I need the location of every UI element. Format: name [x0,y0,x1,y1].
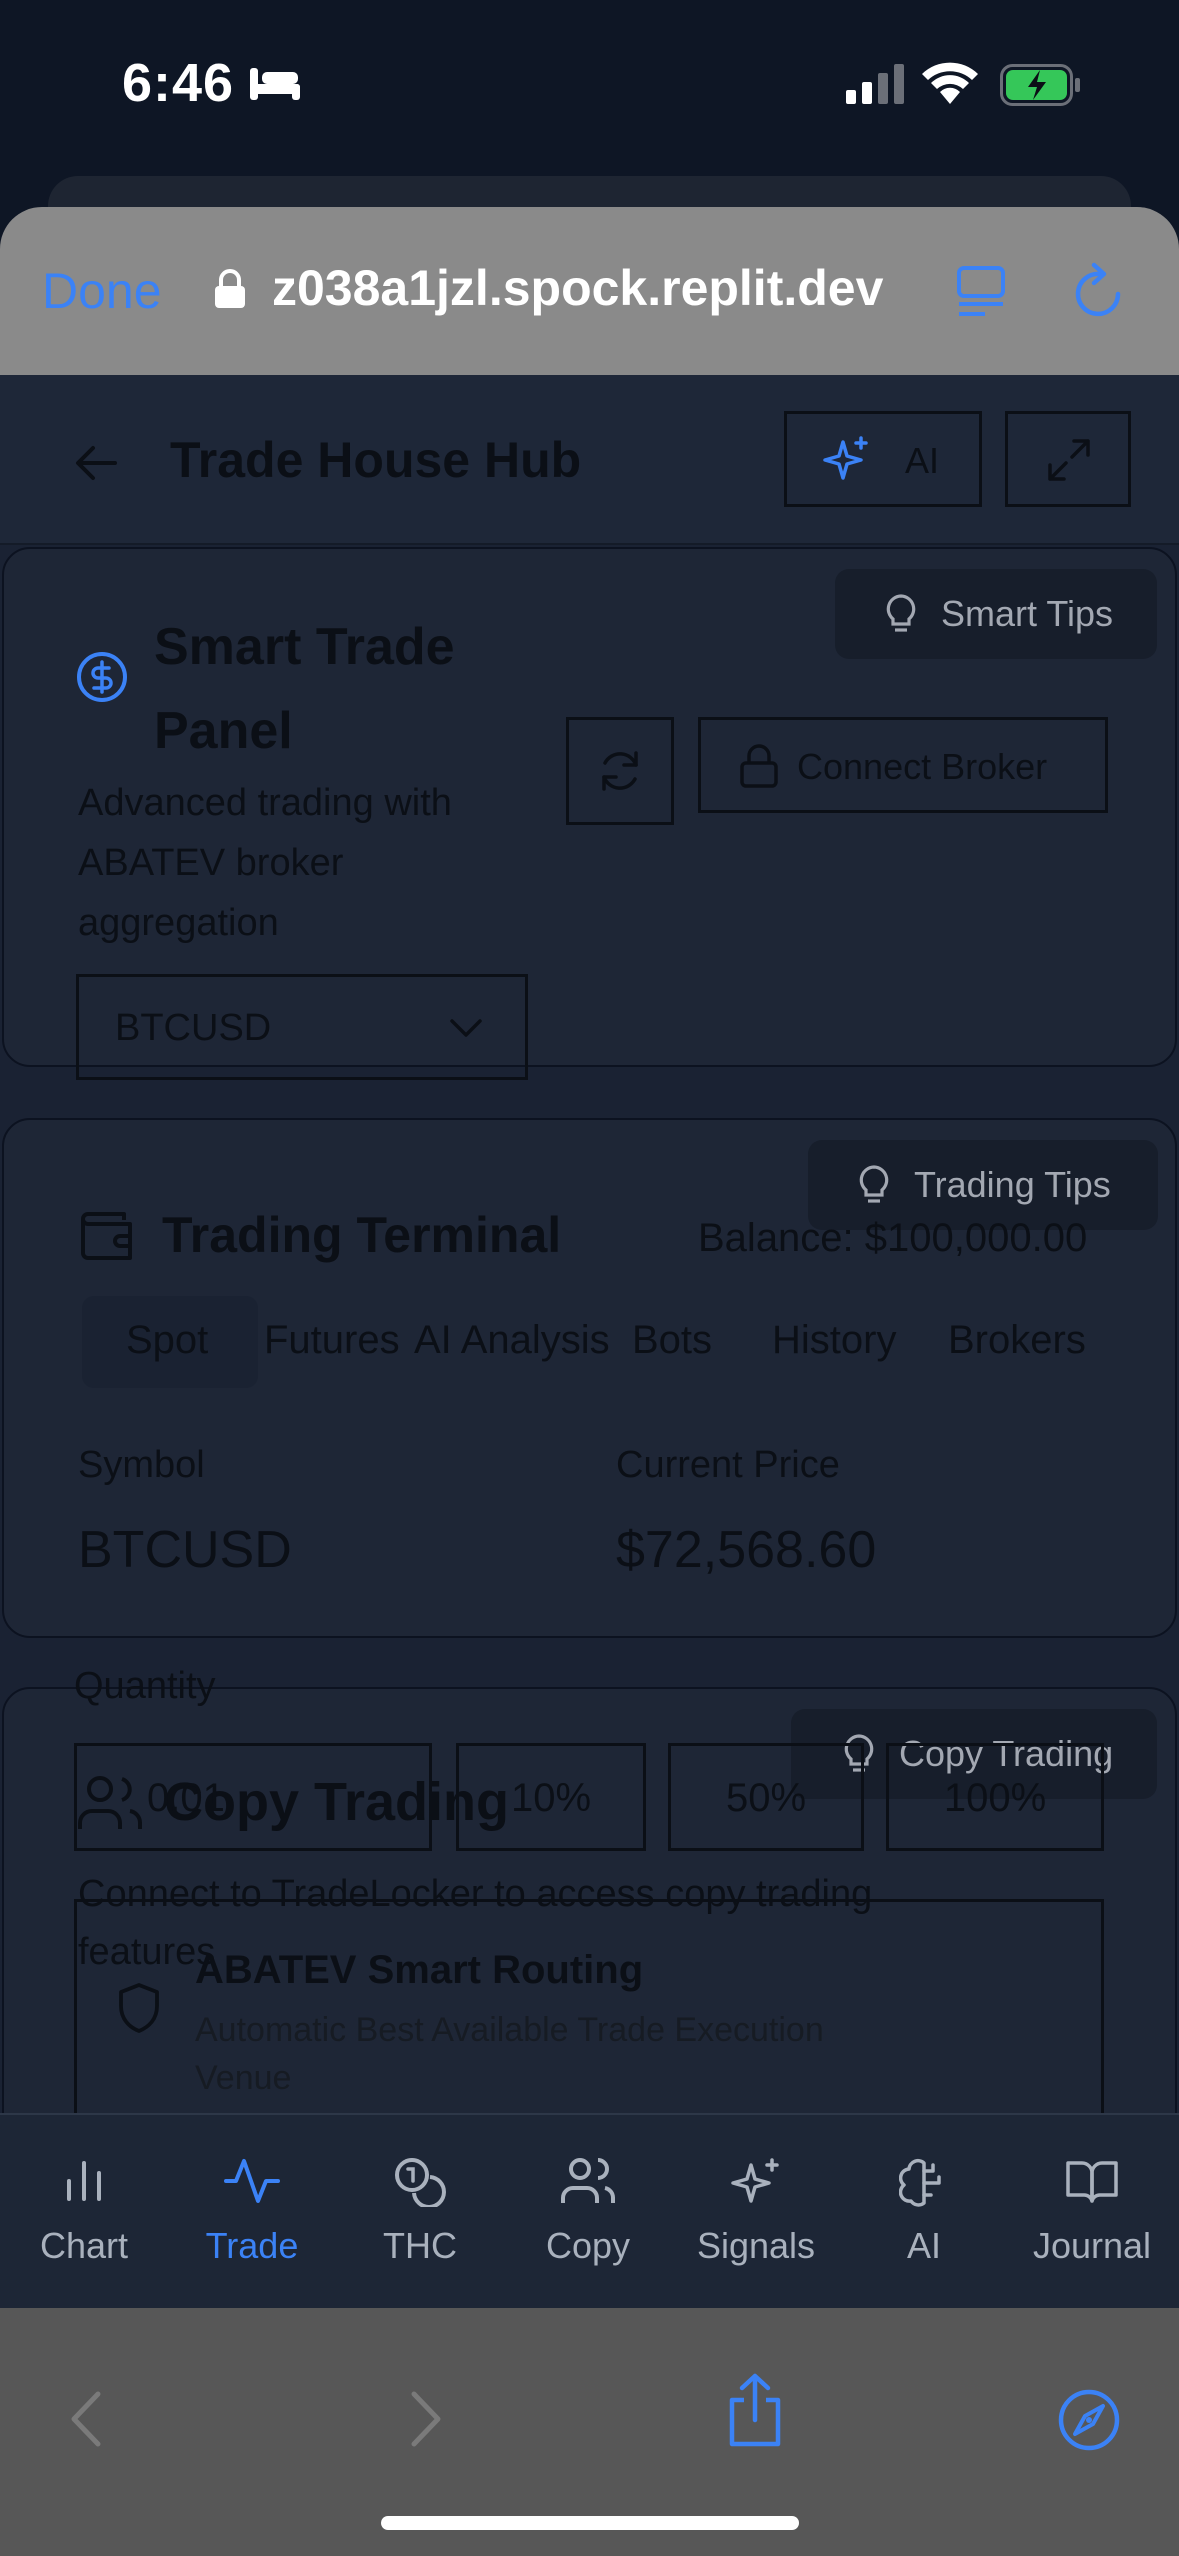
smart-trade-description: Advanced trading with ABATEV broker aggr… [78,773,452,953]
pct-50-button[interactable]: 50% [668,1743,864,1851]
back-icon[interactable] [68,2390,104,2448]
done-button[interactable]: Done [42,262,162,320]
reader-mode-icon[interactable] [955,262,1007,318]
desc-line1: Advanced trading with [78,782,452,824]
forward-icon[interactable] [408,2390,444,2448]
back-arrow-icon[interactable] [75,445,117,481]
compass-icon[interactable] [1057,2388,1121,2452]
symbol-value: BTCUSD [78,1521,292,1579]
refresh-icon [602,751,638,791]
smart-tips-button[interactable]: Smart Tips [835,569,1157,659]
tab-thc[interactable]: THC [336,2115,504,2310]
quantity-input[interactable]: 0.01 [74,1743,432,1851]
connect-broker-button[interactable]: Connect Broker [698,717,1108,813]
url-field[interactable]: z038a1jzl.spock.replit.dev [272,259,883,317]
sparkles-icon [731,2158,779,2203]
routing-description: Automatic Best Available Trade Execution… [195,2006,824,2102]
lock-icon [740,744,778,788]
smart-tips-label: Smart Tips [941,593,1114,634]
tab-ai-analysis[interactable]: AI Analysis [414,1318,610,1363]
tab-chart[interactable]: Chart [0,2115,168,2310]
share-icon[interactable] [724,2372,786,2448]
users-icon [561,2158,615,2203]
clock: 6:46 [122,53,235,113]
connect-broker-label: Connect Broker [797,746,1048,787]
wifi-icon [922,62,978,104]
balance-label: Balance: $100,000.00 [698,1216,1088,1260]
ai-button-label: AI [905,440,940,481]
shield-icon [119,1983,159,2033]
sleep-mode-icon [250,68,300,100]
pct-100-button[interactable]: 100% [886,1743,1104,1851]
lock-icon [215,269,245,308]
desc-line3: aggregation [78,902,279,944]
pct-50-label: 50% [725,1776,807,1820]
tab-futures[interactable]: Futures [264,1318,400,1363]
pct-100-label: 100% [943,1776,1047,1820]
brain-icon [899,2158,941,2207]
trading-tips-label: Trading Tips [914,1164,1111,1205]
tab-history[interactable]: History [772,1318,896,1363]
sparkles-icon [823,436,868,480]
lightbulb-icon [886,594,916,632]
tab-signals-label: Signals [696,2225,816,2266]
bar-chart-icon [67,2161,101,2201]
tab-ai[interactable]: AI [840,2115,1008,2310]
tab-brokers[interactable]: Brokers [948,1318,1086,1363]
smart-trade-title-line2: Panel [154,702,293,760]
wallet-icon [81,1212,132,1260]
quantity-value: 0.01 [147,1776,225,1820]
tab-thc-label: THC [383,2225,457,2266]
app-header: Trade House Hub AI [0,375,1179,545]
tab-bots[interactable]: Bots [632,1318,712,1363]
tab-journal-label: Journal [1032,2225,1152,2266]
battery-charging-icon [1000,64,1080,106]
tab-signals[interactable]: Signals [672,2115,840,2310]
coins-icon [395,2158,446,2207]
app-title: Trade House Hub [170,432,582,488]
tab-chart-label: Chart [39,2225,129,2266]
maximize-icon [1048,439,1090,481]
trading-terminal-card: Trading Tips Trading Terminal Balance: $… [2,1118,1177,1638]
desc-line2: ABATEV broker [78,842,344,884]
tab-spot[interactable]: Spot [126,1318,208,1363]
tab-trade-label: Trade [205,2225,299,2266]
pct-10-button[interactable]: 10% [456,1743,646,1851]
smart-trade-title: Smart Trade Panel [154,605,455,773]
pct-10-label: 10% [510,1776,592,1820]
symbol-label: Symbol [78,1444,205,1486]
routing-title: ABATEV Smart Routing [195,1948,644,1992]
routing-desc-line2: Venue [195,2059,292,2097]
fullscreen-button[interactable] [1005,411,1131,507]
refresh-button[interactable] [566,717,674,825]
terminal-title: Trading Terminal [162,1207,562,1263]
tab-ai-label: AI [906,2225,941,2266]
ai-button[interactable]: AI [784,411,982,507]
tab-copy[interactable]: Copy [504,2115,672,2310]
current-price-value: $72,568.60 [616,1521,877,1579]
web-content: Trade House Hub AI Smart Tips Smart Trad… [0,375,1179,2113]
dollar-circle-icon [77,652,127,702]
tab-trade[interactable]: Trade [168,2115,336,2310]
current-price-label: Current Price [616,1444,840,1486]
tab-journal[interactable]: Journal [1008,2115,1176,2310]
bottom-tab-bar: Chart Trade THC Copy Signals AI Journal [0,2113,1179,2308]
symbol-select-value: BTCUSD [115,1007,272,1049]
routing-desc-line1: Automatic Best Available Trade Execution [195,2011,824,2049]
reload-icon[interactable] [1072,262,1128,322]
book-icon [1066,2161,1118,2203]
smart-trade-card: Smart Tips Smart Trade Panel Advanced tr… [2,547,1177,1080]
home-indicator [381,2516,799,2530]
quantity-label: Quantity [74,1665,216,1707]
activity-icon [224,2159,280,2203]
cellular-signal-icon [846,64,904,104]
smart-routing-box: ABATEV Smart Routing Automatic Best Avai… [74,1899,1104,2113]
status-bar: 6:46 [0,0,1179,175]
chevron-down-icon [450,1019,482,1037]
tab-copy-label: Copy [545,2225,631,2266]
lightbulb-icon [859,1165,889,1203]
symbol-select[interactable]: BTCUSD [76,974,528,1080]
smart-trade-title-line1: Smart Trade [154,618,455,676]
